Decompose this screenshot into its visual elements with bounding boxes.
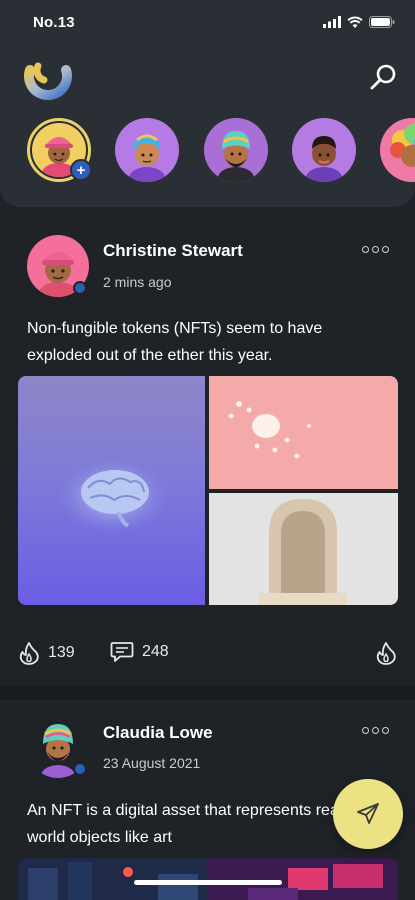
battery-icon (369, 16, 395, 28)
more-dot-icon (362, 245, 369, 253)
post-actions-bar: 139 248 (0, 636, 415, 672)
story-avatar[interactable] (380, 118, 415, 182)
more-dot-icon (372, 726, 379, 734)
post-image-gallery (18, 376, 398, 605)
cellular-signal-icon (323, 16, 341, 28)
post-author-name[interactable]: Claudia Lowe (103, 723, 213, 743)
online-status-indicator (73, 281, 87, 295)
top-header: No.13 + (0, 0, 415, 207)
app-logo-icon[interactable] (24, 56, 72, 104)
comment-count: 248 (142, 643, 169, 660)
status-bar-icons (323, 16, 395, 28)
comment-button[interactable]: 248 (110, 641, 169, 663)
flame-icon (19, 642, 39, 665)
post-author-name[interactable]: Christine Stewart (103, 241, 243, 261)
search-button[interactable] (366, 60, 400, 94)
more-dot-icon (362, 726, 369, 734)
story-avatar[interactable] (292, 118, 356, 182)
post-divider (0, 686, 415, 700)
story-avatar[interactable] (115, 118, 179, 182)
boost-button[interactable] (375, 641, 397, 665)
more-dot-icon (382, 726, 389, 734)
search-icon (370, 64, 396, 90)
my-story[interactable]: + (27, 118, 92, 182)
post-text: An NFT is a digital asset that represent… (27, 802, 348, 846)
avatar-turban-beard-icon (204, 118, 268, 182)
comment-icon (110, 642, 134, 662)
more-dot-icon (382, 245, 389, 253)
post-timestamp: 2 mins ago (103, 274, 172, 290)
more-options-button[interactable] (362, 242, 392, 256)
story-avatar[interactable] (204, 118, 268, 182)
pearls-image[interactable] (209, 376, 398, 489)
avatar-rainbow-afro-icon (380, 118, 415, 182)
flame-icon (376, 642, 396, 665)
add-story-icon[interactable]: + (70, 159, 92, 181)
online-status-indicator (73, 762, 87, 776)
send-icon (357, 803, 379, 824)
avatar-rainbow-hair-icon (115, 118, 179, 182)
status-bar-time: No.13 (33, 14, 75, 31)
stories-row: + (0, 118, 415, 182)
avatar-dark-hair-icon (292, 118, 356, 182)
arch-image[interactable] (209, 493, 398, 605)
wifi-icon (347, 16, 363, 28)
city-neon-image[interactable] (18, 858, 398, 900)
like-button[interactable]: 139 (18, 641, 75, 665)
brain-image[interactable] (18, 376, 205, 605)
home-indicator[interactable] (134, 880, 282, 885)
more-options-button[interactable] (362, 723, 392, 737)
post-timestamp: 23 August 2021 (103, 755, 201, 771)
like-count: 139 (48, 644, 75, 661)
more-dot-icon (372, 245, 379, 253)
post-text: Non-fungible tokens (NFTs) seem to have … (27, 320, 323, 364)
compose-post-button[interactable] (333, 779, 403, 849)
